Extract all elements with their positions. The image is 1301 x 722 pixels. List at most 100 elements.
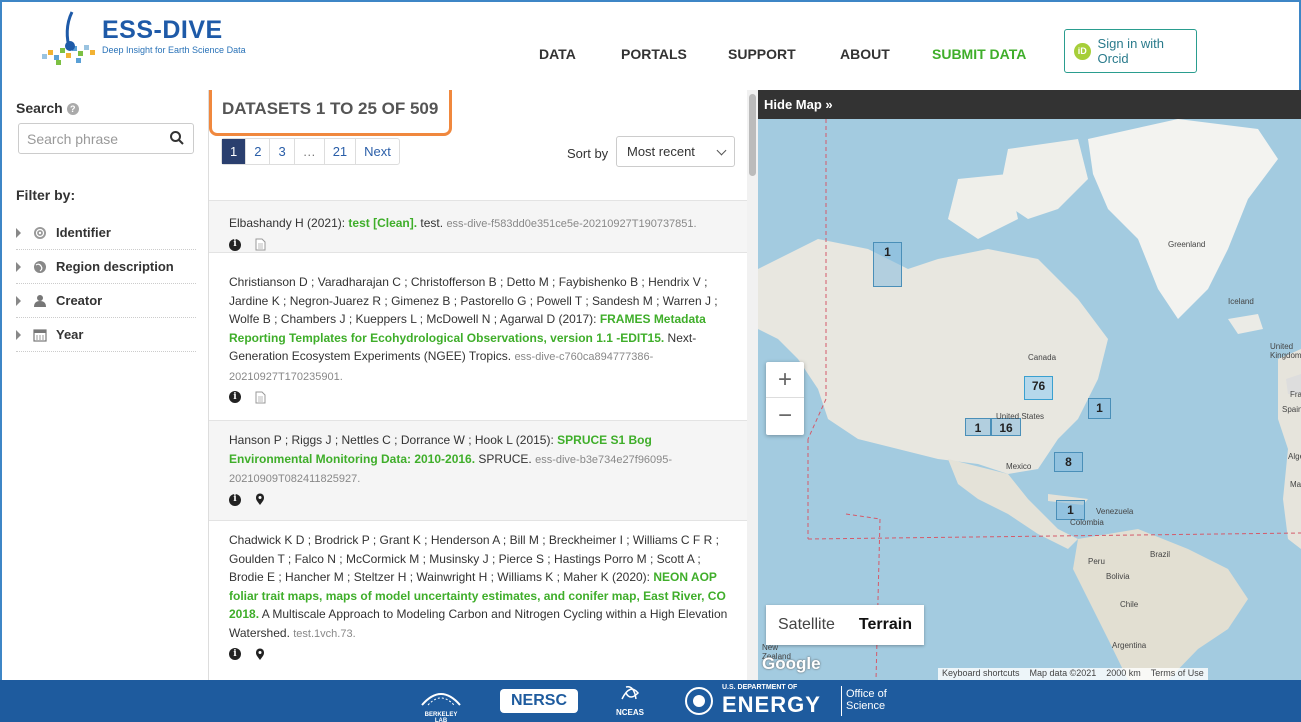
document-icon[interactable] [255, 238, 266, 251]
results-panel: DATASETS 1 TO 25 OF 509 1 2 3 … 21 Next … [209, 90, 758, 680]
office-of-science-text: Office of Science [846, 688, 887, 712]
keyboard-shortcuts-link[interactable]: Keyboard shortcuts [942, 668, 1020, 680]
list-item: Hanson P ; Riggs J ; Nettles C ; Dorranc… [209, 421, 747, 521]
calendar-icon [33, 328, 47, 342]
ess-dive-logo[interactable]: ESS-DIVE Deep Insight for Earth Science … [36, 10, 266, 70]
nersc-logo[interactable]: NERSC [500, 689, 578, 713]
orcid-button-label: Sign in with Orcid [1097, 36, 1165, 66]
nav-about[interactable]: ABOUT [840, 46, 890, 62]
map-type-satellite[interactable]: Satellite [766, 605, 847, 645]
filter-region-description[interactable]: Region description [16, 250, 196, 284]
site-header: ESS-DIVE Deep Insight for Earth Science … [0, 0, 1301, 90]
zoom-control: + − [766, 362, 804, 435]
map-marker-icon[interactable] [255, 493, 265, 506]
record-authors: Chadwick K D ; Brodrick P ; Grant K ; He… [229, 533, 719, 584]
site-footer: BERKELEY LAB NERSC NCEAS U.S. DEPARTMENT… [0, 680, 1301, 722]
doe-seal-icon [685, 687, 713, 715]
scrollbar-thumb[interactable] [749, 94, 756, 176]
map-cluster-marker[interactable]: 8 [1054, 452, 1083, 472]
caret-right-icon [16, 261, 21, 272]
hide-map-button[interactable]: Hide Map » [758, 90, 1301, 119]
record-pid: test.1vch.73. [293, 627, 356, 640]
map-attribution: Keyboard shortcuts Map data ©2021 2000 k… [938, 668, 1208, 680]
results-scrollbar[interactable] [747, 90, 758, 680]
document-icon[interactable] [255, 391, 266, 404]
map-place-label: France [1290, 390, 1301, 399]
doe-office-of-science-logo[interactable]: U.S. DEPARTMENT OF ENERGY Office of Scie… [684, 684, 894, 720]
record-project: test. [417, 216, 447, 230]
caret-right-icon [16, 227, 21, 238]
list-item: Elbashandy H (2021): test [Clean]. test.… [209, 201, 747, 253]
map-place-label: Chile [1120, 600, 1139, 609]
zoom-in-button[interactable]: + [766, 362, 804, 398]
sort-select[interactable]: Most recent [616, 136, 735, 167]
help-icon[interactable]: ? [66, 103, 79, 115]
map-cluster-marker[interactable]: 1 [873, 242, 902, 287]
nav-portals[interactable]: PORTALS [621, 46, 687, 62]
globe-icon [34, 260, 46, 273]
search-input[interactable] [19, 124, 164, 153]
map-place-label: Spain [1282, 405, 1301, 414]
berkeley-lab-arch-icon [421, 693, 461, 706]
info-icon[interactable]: i [229, 391, 241, 403]
filter-creator[interactable]: Creator [16, 284, 196, 318]
sort-selected-value: Most recent [627, 144, 695, 159]
map-place-label: Mexico [1006, 462, 1032, 471]
page-next[interactable]: Next [356, 139, 399, 164]
footer-divider [841, 686, 842, 716]
map-place-label: Venezuela [1096, 507, 1134, 516]
nav-submit-data[interactable]: SUBMIT DATA [932, 46, 1026, 62]
map-cluster-marker[interactable]: 1 [965, 418, 991, 436]
datasets-count-heading: DATASETS 1 TO 25 OF 509 [209, 90, 452, 136]
sign-in-orcid-button[interactable]: iD Sign in with Orcid [1064, 29, 1197, 73]
logo-mosaic-icon [42, 11, 95, 65]
map-data-credit: Map data ©2021 [1029, 668, 1097, 678]
map-place-label: United States [996, 412, 1045, 421]
map-place-label: Greenland [1168, 240, 1206, 249]
info-icon[interactable]: i [229, 238, 241, 251]
record-authors: Hanson P ; Riggs J ; Nettles C ; Dorranc… [229, 433, 558, 447]
terms-of-use-link[interactable]: Terms of Use [1151, 668, 1204, 680]
filter-region-label: Region description [56, 259, 174, 274]
pagination: 1 2 3 … 21 Next [221, 138, 400, 165]
list-item: Christianson D ; Varadharajan C ; Christ… [209, 263, 747, 421]
page-1[interactable]: 1 [222, 139, 247, 164]
nav-data[interactable]: DATA [539, 46, 576, 62]
map-type-control: Satellite Terrain [766, 605, 924, 645]
map-cluster-marker[interactable]: 1 [1088, 398, 1111, 419]
map-cluster-marker[interactable]: 76 [1024, 376, 1053, 400]
record-title-link[interactable]: test [Clean]. [348, 216, 417, 230]
map-place-label: Colombia [1070, 518, 1104, 527]
berkeley-lab-logo[interactable]: BERKELEY LAB [418, 685, 464, 722]
map-scale[interactable]: 2000 km [1106, 668, 1141, 680]
map-place-label: Peru [1088, 557, 1105, 566]
filter-creator-label: Creator [56, 293, 103, 308]
filter-identifier-label: Identifier [56, 225, 111, 240]
orcid-icon: iD [1074, 42, 1091, 60]
nceas-text: NCEAS [615, 708, 644, 717]
nceas-logo[interactable]: NCEAS [610, 683, 650, 719]
nav-support[interactable]: SUPPORT [728, 46, 796, 62]
filter-year[interactable]: Year [16, 318, 196, 352]
berkeley-lab-text: BERKELEY LAB [424, 712, 458, 722]
logo-subtitle: Deep Insight for Earth Science Data [102, 45, 246, 55]
map-type-terrain[interactable]: Terrain [847, 605, 924, 645]
doe-dept-text: U.S. DEPARTMENT OF [722, 684, 798, 691]
search-box [18, 123, 194, 154]
page-21[interactable]: 21 [325, 139, 357, 164]
map-panel[interactable]: Hide Map » + − 1 76 1 1 16 8 1 Greenland… [758, 90, 1301, 680]
caret-right-icon [16, 295, 21, 306]
google-logo: Google [762, 654, 821, 673]
page-2[interactable]: 2 [246, 139, 271, 164]
filter-identifier[interactable]: Identifier [16, 216, 196, 250]
filter-year-label: Year [56, 327, 84, 342]
search-icon[interactable] [169, 130, 185, 146]
info-icon[interactable]: i [229, 493, 241, 506]
info-icon[interactable]: i [229, 648, 241, 660]
zoom-out-button[interactable]: − [766, 398, 804, 434]
page-3[interactable]: 3 [270, 139, 295, 164]
map-marker-icon[interactable] [255, 648, 265, 661]
sort-label: Sort by [567, 146, 609, 161]
results-list: Elbashandy H (2021): test [Clean]. test.… [209, 200, 747, 680]
map-cluster-marker[interactable]: 1 [1056, 500, 1085, 520]
